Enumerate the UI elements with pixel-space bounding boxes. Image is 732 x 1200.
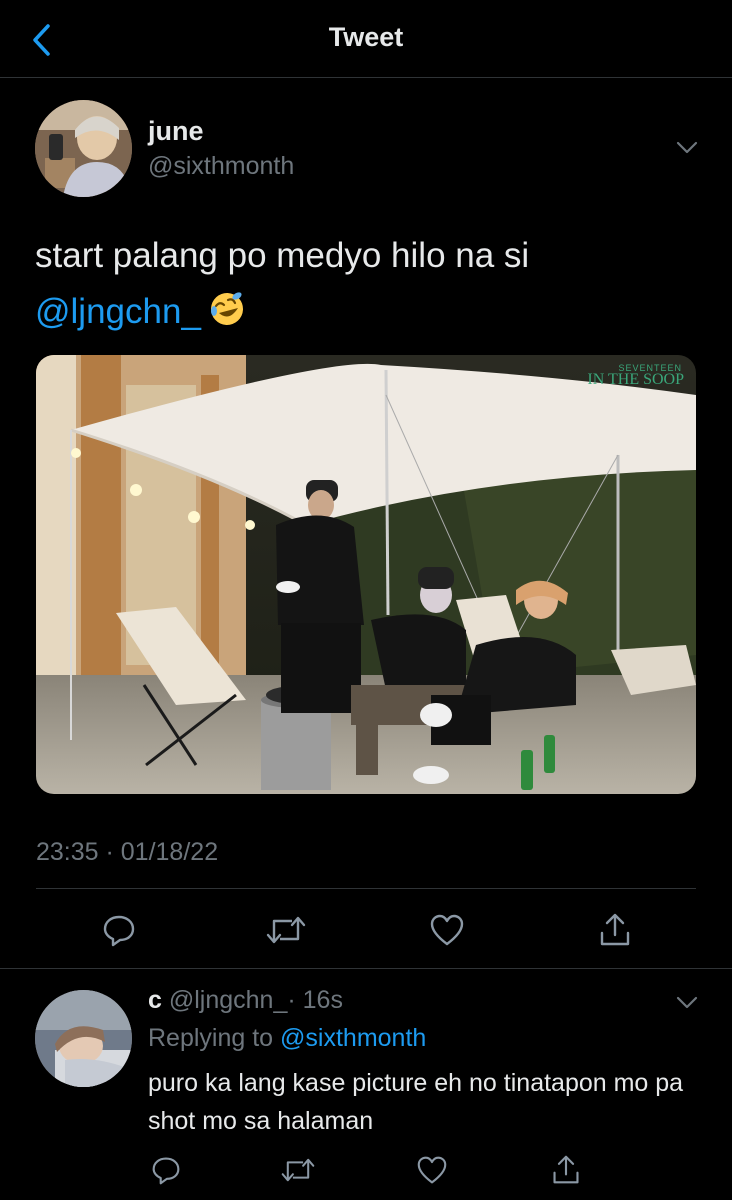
- author-display-name[interactable]: june: [148, 116, 204, 147]
- reply-icon: [152, 1157, 180, 1185]
- rolling-laughing-emoji-icon: [207, 289, 247, 329]
- divider: [36, 888, 696, 889]
- reply-handle[interactable]: @ljngchn_: [169, 986, 288, 1014]
- top-bar: Tweet: [0, 0, 732, 78]
- reply-text: puro ka lang kase picture eh no tinatapo…: [148, 1069, 684, 1135]
- tweet-photo[interactable]: SEVENTEEN IN THE SOOP: [36, 355, 696, 794]
- replying-to-mention[interactable]: @sixthmonth: [280, 1024, 426, 1052]
- reply-time: · 16s: [287, 986, 343, 1014]
- reply-header: c @ljngchn_· 16s: [148, 986, 343, 1015]
- chevron-down-icon: [676, 141, 698, 154]
- share-button[interactable]: [589, 905, 641, 955]
- reply-share-button[interactable]: [540, 1148, 592, 1192]
- heart-icon: [417, 1156, 447, 1184]
- share-icon: [553, 1155, 579, 1184]
- reply-retweet-button[interactable]: [272, 1148, 324, 1192]
- author-avatar[interactable]: [35, 100, 132, 197]
- tweet-body: start palang po medyo hilo na si: [35, 236, 530, 275]
- retweet-icon: [266, 916, 306, 944]
- reply-icon: [103, 915, 135, 947]
- page-title: Tweet: [328, 22, 404, 52]
- heart-icon: [430, 914, 464, 946]
- reply-options-button[interactable]: [672, 988, 702, 1018]
- tweet-text: start palang po medyo hilo na si @ljngch…: [35, 228, 695, 340]
- reply-button[interactable]: [93, 905, 145, 955]
- reply-display-name[interactable]: c: [148, 986, 162, 1014]
- reply-reply-button[interactable]: [140, 1148, 192, 1192]
- tweet-mention-link[interactable]: @ljngchn_: [35, 292, 201, 331]
- retweet-button[interactable]: [260, 905, 312, 955]
- divider: [0, 968, 732, 969]
- replying-to-line: Replying to @sixthmonth: [148, 1024, 426, 1053]
- like-button[interactable]: [421, 905, 473, 955]
- author-handle[interactable]: @sixthmonth: [148, 152, 294, 181]
- tweet-action-bar: [36, 905, 696, 955]
- watermark-show-logo: IN THE SOOP: [587, 371, 684, 388]
- replying-to-label: Replying to: [148, 1024, 274, 1052]
- chevron-down-icon: [676, 996, 698, 1009]
- share-icon: [600, 913, 630, 946]
- reply-action-bar: [140, 1148, 620, 1192]
- reply-like-button[interactable]: [406, 1148, 458, 1192]
- tweet-options-button[interactable]: [672, 133, 702, 163]
- tweet-timestamp[interactable]: 23:35 · 01/18/22: [36, 838, 218, 867]
- reply-author-avatar[interactable]: [35, 990, 132, 1087]
- retweet-icon: [281, 1158, 315, 1182]
